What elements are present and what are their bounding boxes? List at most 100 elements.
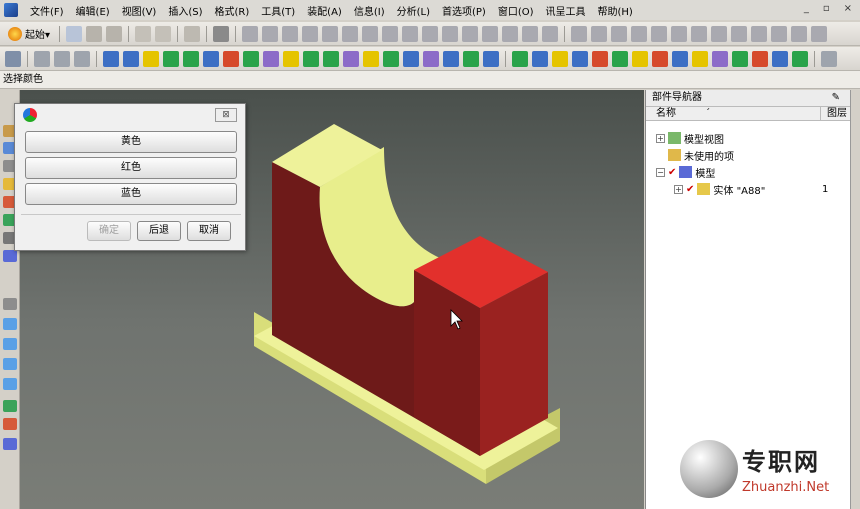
menu-format[interactable]: 格式(R) (209, 3, 256, 18)
sweep-icon[interactable] (671, 25, 688, 42)
menu-window[interactable]: 窗口(O) (492, 3, 540, 18)
part-attributes-icon[interactable] (143, 50, 159, 67)
analysis-icon[interactable] (542, 25, 559, 42)
layer-icon[interactable] (402, 25, 419, 42)
roles-icon[interactable] (3, 250, 17, 262)
dimension-icon[interactable] (463, 50, 479, 67)
blend-icon[interactable] (731, 25, 748, 42)
dialog-titlebar[interactable]: ⊠ (15, 104, 245, 126)
cube-view-icon[interactable] (3, 318, 17, 330)
sketch-icon[interactable] (54, 50, 70, 67)
menu-tools[interactable]: 工具(T) (255, 3, 301, 18)
view-orient-icon[interactable] (322, 25, 339, 42)
start-button[interactable]: 起始▾ (4, 26, 54, 41)
revolve-icon[interactable] (711, 25, 728, 42)
show-icon[interactable] (502, 25, 519, 42)
cube-top-icon[interactable] (3, 338, 17, 350)
display-icon[interactable] (462, 25, 479, 42)
table-icon[interactable] (483, 50, 499, 67)
close-icon[interactable]: × (844, 3, 852, 14)
menu-help[interactable]: 帮助(H) (592, 3, 639, 18)
offset-icon[interactable] (651, 25, 668, 42)
ok-button[interactable]: 确定 (87, 221, 131, 241)
view-section-icon[interactable] (383, 50, 399, 67)
edit-object-icon[interactable] (223, 50, 239, 67)
dialog-close-button[interactable]: ⊠ (215, 108, 237, 122)
mass-props-icon[interactable] (552, 50, 568, 67)
draft-analysis-icon[interactable] (652, 50, 668, 67)
red-button[interactable]: 红色 (25, 157, 237, 179)
curvature-icon[interactable] (612, 50, 628, 67)
tree-node-model-views[interactable]: + 模型视图 (656, 130, 724, 146)
color-palette-icon[interactable] (183, 50, 199, 67)
annotation-icon[interactable] (423, 50, 439, 67)
arrow-left-icon[interactable] (712, 50, 728, 67)
blue-button[interactable]: 蓝色 (25, 183, 237, 205)
object-display-icon[interactable] (163, 50, 179, 67)
hide-icon[interactable] (482, 25, 499, 42)
expander-icon[interactable]: + (656, 133, 665, 143)
face-analysis-icon[interactable] (632, 50, 648, 67)
point-icon[interactable] (772, 50, 788, 67)
menu-assembly[interactable]: 装配(A) (301, 3, 348, 18)
pan-icon[interactable] (282, 25, 299, 42)
measure-angle-icon[interactable] (532, 50, 548, 67)
copy-icon[interactable] (155, 25, 172, 42)
text-icon[interactable] (443, 50, 459, 67)
open-file-icon[interactable] (86, 25, 103, 42)
cancel-button[interactable]: 取消 (187, 221, 231, 241)
render-icon[interactable] (303, 50, 319, 67)
menu-info[interactable]: 信息(I) (348, 3, 391, 18)
menu-view[interactable]: 视图(V) (116, 3, 163, 18)
trim-icon[interactable] (791, 25, 808, 42)
split-icon[interactable] (811, 25, 828, 42)
check-geometry-icon[interactable] (572, 50, 588, 67)
transform-icon[interactable] (591, 25, 608, 42)
shell-icon[interactable] (771, 25, 788, 42)
chamfer-icon[interactable] (751, 25, 768, 42)
menu-preferences[interactable]: 首选项(P) (436, 3, 492, 18)
material-icon[interactable] (323, 50, 339, 67)
move-icon[interactable] (571, 25, 588, 42)
section-icon[interactable] (382, 25, 399, 42)
cut-icon[interactable] (135, 25, 152, 42)
back-button[interactable]: 后退 (137, 221, 181, 241)
new-file-icon[interactable] (66, 25, 83, 42)
assembly-icon[interactable] (5, 50, 21, 67)
restore-icon[interactable]: ▫ (823, 3, 830, 14)
menu-insert[interactable]: 插入(S) (162, 3, 208, 18)
yellow-button[interactable]: 黄色 (25, 131, 237, 153)
cube-right-icon[interactable] (3, 378, 17, 390)
refresh-icon[interactable] (3, 400, 17, 412)
menu-xuncheng-tools[interactable]: 讯呈工具 (540, 3, 592, 18)
paint-icon[interactable] (263, 50, 279, 67)
deviation-icon[interactable] (672, 50, 688, 67)
tree-node-unused-items[interactable]: 未使用的项 (668, 147, 734, 163)
wireframe-icon[interactable] (362, 25, 379, 42)
print-icon[interactable] (213, 25, 230, 42)
line-icon[interactable] (821, 50, 837, 67)
view-fit-icon[interactable] (242, 25, 259, 42)
name-column-header[interactable]: 名称 ˊ (646, 107, 821, 120)
rotate-icon[interactable] (302, 25, 319, 42)
sun-icon[interactable] (692, 50, 708, 67)
modeling-icon[interactable] (74, 50, 90, 67)
expander-icon[interactable]: − (656, 167, 665, 177)
light-icon[interactable] (283, 50, 299, 67)
extrude-icon[interactable] (691, 25, 708, 42)
menu-edit[interactable]: 编辑(E) (70, 3, 116, 18)
snap-icon[interactable] (422, 25, 439, 42)
pin-icon[interactable]: ✎ (832, 90, 840, 106)
menu-file[interactable]: 文件(F) (24, 3, 70, 18)
shaded-icon[interactable] (342, 25, 359, 42)
tree-node-solid-body[interactable]: + ✔ 实体 "A88" (674, 181, 765, 197)
filter-icon[interactable] (442, 25, 459, 42)
checkmark-icon[interactable]: ✔ (686, 184, 694, 195)
checkmark-icon[interactable]: ✔ (668, 167, 676, 178)
zoom-icon[interactable] (262, 25, 279, 42)
layer-settings-icon[interactable] (103, 50, 119, 67)
cube-front-icon[interactable] (3, 358, 17, 370)
drawing-icon[interactable] (34, 50, 50, 67)
texture-icon[interactable] (343, 50, 359, 67)
perspective-icon[interactable] (363, 50, 379, 67)
